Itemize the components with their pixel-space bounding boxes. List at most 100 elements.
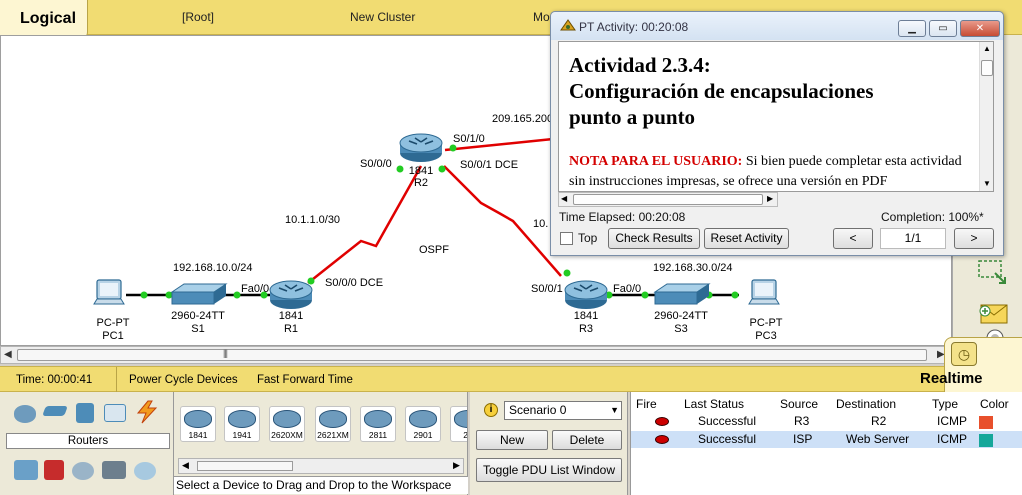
scenario-select[interactable]: Scenario 0 ▼ [504, 401, 622, 420]
r3-model-label: 1841 [574, 310, 598, 322]
delete-scenario-button[interactable]: Delete [552, 430, 622, 450]
scenario-info-icon[interactable]: i [484, 403, 498, 417]
router-icon [228, 410, 256, 428]
r1-name-label: R1 [284, 323, 298, 335]
always-on-top-checkbox[interactable] [560, 232, 573, 245]
router-icon [273, 410, 301, 428]
r3-name-label: R3 [579, 323, 593, 335]
workspace-horizontal-scrollbar[interactable]: ◀ ||| ▶ [0, 346, 952, 364]
fire-pdu-icon[interactable] [655, 435, 669, 444]
instructions-pane[interactable]: Actividad 2.3.4: Configuración de encaps… [558, 41, 994, 192]
check-results-button[interactable]: Check Results [608, 228, 700, 249]
router-icon [364, 410, 392, 428]
pc-pc1[interactable] [93, 279, 125, 305]
router-r3[interactable] [564, 280, 608, 310]
workspace-scroll-thumb[interactable] [17, 349, 927, 361]
col-source[interactable]: Source [780, 397, 818, 411]
router-icon [319, 410, 347, 428]
maximize-button[interactable]: ▭ [929, 20, 957, 37]
security-category-icon[interactable] [44, 460, 64, 480]
r1-s000-label: S0/0/0 DCE [325, 277, 383, 289]
r1-fa00-label: Fa0/0 [241, 283, 269, 295]
scroll-left-icon[interactable]: ◀ [4, 349, 12, 360]
r2-s000-label: S0/0/0 [360, 158, 392, 170]
r2-model-label: 1841 [409, 165, 433, 177]
scroll-down-icon[interactable]: ▼ [983, 179, 991, 188]
device-model-1841[interactable]: 1841 [180, 406, 216, 442]
wireless-category-icon[interactable] [104, 404, 126, 422]
logical-workspace-tab[interactable]: Logical [0, 0, 88, 40]
close-button[interactable]: ✕ [960, 20, 1000, 37]
toggle-pdu-list-button[interactable]: Toggle PDU List Window [476, 458, 622, 482]
scroll-right-icon[interactable]: ▶ [767, 194, 773, 203]
scroll-up-icon[interactable]: ▲ [983, 44, 991, 53]
power-cycle-devices-button[interactable]: Power Cycle Devices [129, 374, 238, 386]
scroll-left-icon[interactable]: ◀ [182, 460, 189, 471]
move-object-button[interactable]: Mo [533, 10, 550, 24]
instructions-scroll-thumb[interactable] [981, 60, 993, 76]
hubs-category-icon[interactable] [76, 403, 94, 423]
scroll-left-icon[interactable]: ◀ [561, 194, 567, 203]
s3-name-label: S3 [674, 323, 687, 335]
router-icon [184, 410, 212, 428]
table-row[interactable]: Successful R3 R2 ICMP [631, 413, 1022, 430]
col-fire[interactable]: Fire [636, 397, 657, 411]
device-model-1941[interactable]: 1941 [224, 406, 260, 442]
page-indicator: 1/1 [880, 228, 946, 249]
instructions-vertical-scrollbar[interactable]: ▲ ▼ [979, 42, 993, 191]
device-model-2620xm[interactable]: 2620XM [269, 406, 305, 442]
new-cluster-button[interactable]: New Cluster [350, 10, 415, 24]
root-link[interactable]: [Root] [182, 10, 214, 24]
connections-category-icon[interactable] [134, 400, 160, 424]
pt-activity-titlebar[interactable]: PT Activity: 00:20:08 ▁ ▭ ✕ [551, 12, 1003, 40]
pdu-list-table: Fire Last Status Source Destination Type… [630, 392, 1022, 495]
col-color[interactable]: Color [980, 397, 1009, 411]
routers-category-icon[interactable] [14, 405, 36, 423]
device-model-2811[interactable]: 2811 [360, 406, 396, 442]
pc3-model-label: PC-PT [750, 317, 783, 329]
minimize-button[interactable]: ▁ [898, 20, 926, 37]
pdu-color-swatch [979, 434, 993, 447]
switch-s1[interactable] [171, 283, 227, 305]
device-model-2901[interactable]: 2901 [405, 406, 441, 442]
pc3-name-label: PC3 [755, 330, 776, 342]
net-209-label: 209.165.200 [492, 113, 553, 125]
col-last-status[interactable]: Last Status [684, 397, 744, 411]
custom-devices-category-icon[interactable] [102, 461, 126, 479]
scroll-right-icon[interactable]: ▶ [453, 460, 460, 471]
fire-pdu-icon[interactable] [655, 417, 669, 426]
next-page-button[interactable]: > [954, 228, 994, 249]
col-destination[interactable]: Destination [836, 397, 896, 411]
new-scenario-button[interactable]: New [476, 430, 548, 450]
ospf-label: OSPF [419, 244, 449, 256]
device-drag-hint: Select a Device to Drag and Drop to the … [174, 476, 468, 494]
reset-activity-button[interactable]: Reset Activity [704, 228, 789, 249]
r3-fa00-label: Fa0/0 [613, 283, 641, 295]
device-model-2621xm[interactable]: 2621XM [315, 406, 351, 442]
col-type[interactable]: Type [932, 397, 958, 411]
fast-forward-time-button[interactable]: Fast Forward Time [257, 374, 353, 386]
previous-page-button[interactable]: < [833, 228, 873, 249]
time-elapsed-readout: Time Elapsed: 00:20:08 [559, 210, 686, 224]
device-model-2911[interactable]: 29 [450, 406, 467, 442]
device-list-scrollbar[interactable]: ◀ ▶ [178, 458, 464, 474]
pt-activity-window[interactable]: PT Activity: 00:20:08 ▁ ▭ ✕ Actividad 2.… [550, 11, 1004, 256]
switches-category-icon[interactable] [42, 406, 68, 416]
instructions-horizontal-scrollbar[interactable]: ◀ ▶ [558, 192, 778, 207]
instructions-hscroll-thumb[interactable] [573, 194, 763, 205]
r2-s001-label: S0/0/1 DCE [460, 159, 518, 171]
multiuser-category-icon[interactable] [134, 462, 156, 480]
router-r2[interactable] [399, 133, 443, 163]
net-192-168-10-label: 192.168.10.0/24 [173, 262, 253, 274]
pt-activity-title: PT Activity: 00:20:08 [579, 20, 689, 34]
device-list-scroll-thumb[interactable] [197, 461, 293, 471]
resize-shape-icon[interactable] [975, 257, 1015, 289]
switch-s3[interactable] [654, 283, 710, 305]
realtime-label: Realtime [920, 370, 983, 387]
device-category-panel: Routers [0, 392, 174, 495]
wan-emulation-category-icon[interactable] [72, 462, 94, 480]
pc-pc3[interactable] [748, 279, 780, 305]
table-row[interactable]: Successful ISP Web Server ICMP [631, 431, 1022, 448]
router-r1[interactable] [269, 280, 313, 310]
end-devices-category-icon[interactable] [14, 460, 38, 480]
